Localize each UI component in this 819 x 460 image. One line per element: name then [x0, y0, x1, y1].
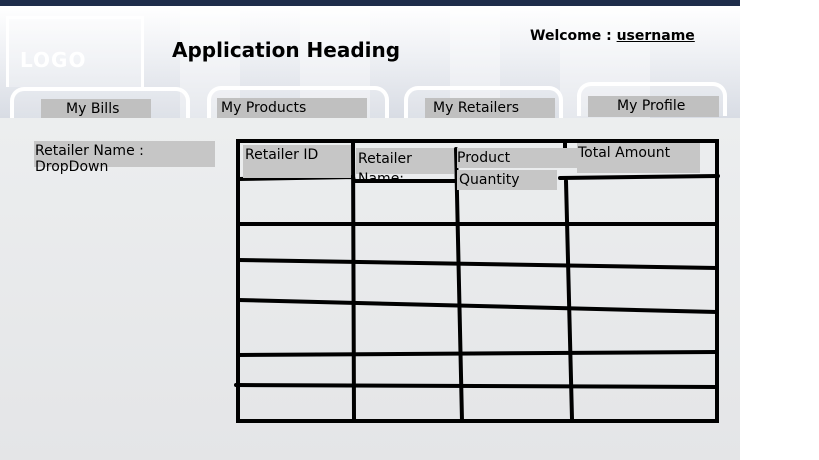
app-window: LOGO Application Heading Welcome : usern…	[0, 0, 740, 460]
column-header-product-purchased: Product Purchased	[457, 148, 578, 186]
table-row[interactable]	[240, 308, 715, 352]
table-row[interactable]	[240, 356, 715, 385]
table-row[interactable]	[240, 389, 715, 419]
table-row[interactable]	[240, 226, 715, 262]
column-header-quantity: Quantity	[457, 170, 557, 190]
column-header-total-amount: Total Amount	[577, 143, 700, 173]
bills-table	[234, 139, 720, 423]
table-row[interactable]	[240, 266, 715, 304]
column-header-retailer-name: Retailer Name:	[356, 148, 454, 187]
column-header-retailer-id: Retailer ID	[243, 145, 351, 178]
